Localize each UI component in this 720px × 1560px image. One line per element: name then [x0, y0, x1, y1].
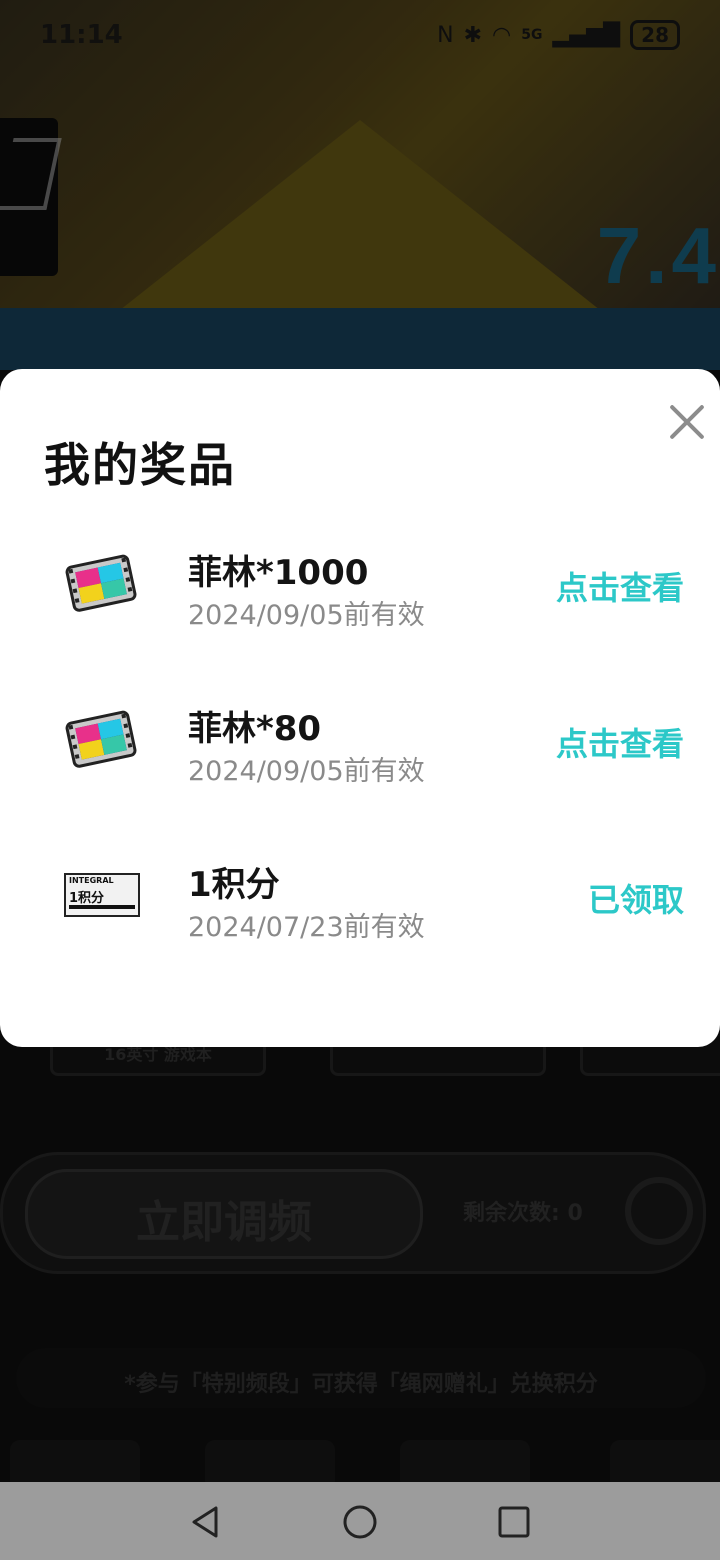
home-icon[interactable] [340, 1502, 380, 1542]
prize-name: 菲林*1000 [188, 553, 369, 593]
prize-name: 1积分 [188, 865, 280, 905]
prize-valid-until: 2024/09/05前有效 [188, 756, 425, 787]
ticket-value: 1积分 [69, 891, 105, 906]
close-icon[interactable] [664, 399, 710, 445]
dialog-title: 我的奖品 [44, 438, 236, 492]
navigation-bar [0, 1482, 720, 1560]
prize-valid-until: 2024/07/23前有效 [188, 912, 425, 943]
film-icon [64, 553, 140, 613]
view-prize-button[interactable]: 点击查看 [556, 563, 684, 609]
prize-name: 菲林*80 [188, 709, 322, 749]
back-icon[interactable] [186, 1502, 226, 1542]
view-prize-button[interactable]: 点击查看 [556, 719, 684, 765]
prize-valid-until: 2024/09/05前有效 [188, 600, 425, 631]
ticket-label: INTEGRAL [69, 876, 114, 885]
prize-item: INTEGRAL 1积分 1积分 2024/07/23前有效 已领取 [0, 837, 720, 957]
prize-item: 菲林*80 2024/09/05前有效 点击查看 [0, 681, 720, 801]
integral-ticket-icon: INTEGRAL 1积分 [64, 873, 140, 917]
film-icon [64, 709, 140, 769]
claimed-label: 已领取 [587, 881, 684, 919]
my-prizes-dialog: 我的奖品 菲林*1000 2024/09/05前有效 点击查看 菲林*80 20… [0, 369, 720, 1047]
prize-item: 菲林*1000 2024/09/05前有效 点击查看 [0, 525, 720, 645]
recents-icon[interactable] [494, 1502, 534, 1542]
